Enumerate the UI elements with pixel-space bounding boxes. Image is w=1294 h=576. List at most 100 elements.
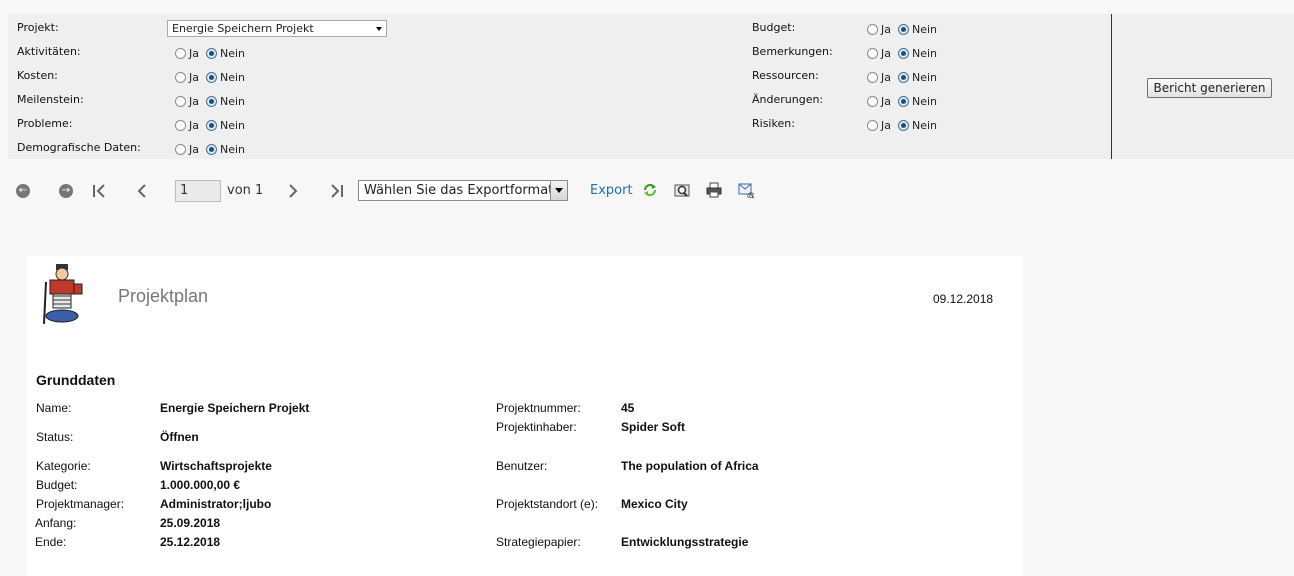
activities-yes-radio[interactable] <box>175 48 186 59</box>
costs-no-radio[interactable] <box>206 72 217 83</box>
remarks-options: Ja Nein <box>867 47 944 60</box>
radio-label-yes: Ja <box>189 95 199 108</box>
chevron-down-icon[interactable] <box>550 181 567 200</box>
costs-options: Ja Nein <box>175 71 252 84</box>
demographics-no-radio[interactable] <box>206 144 217 155</box>
field-value-start: 25.09.2018 <box>160 516 221 530</box>
milestone-no-radio[interactable] <box>206 96 217 107</box>
resources-no-radio[interactable] <box>898 72 909 83</box>
field-label-name: Name: <box>36 401 72 415</box>
activities-options: Ja Nein <box>175 47 252 60</box>
risks-label: Risiken: <box>752 117 795 130</box>
svg-text:@: @ <box>747 191 754 198</box>
field-value-budget: 1.000.000,00 € <box>160 478 241 492</box>
report-title: Projektplan <box>118 286 209 306</box>
print-icon[interactable] <box>706 182 722 198</box>
changes-no-radio[interactable] <box>898 96 909 107</box>
milestone-options: Ja Nein <box>175 95 252 108</box>
radio-label-yes: Ja <box>189 143 199 156</box>
problems-yes-radio[interactable] <box>175 120 186 131</box>
remarks-yes-radio[interactable] <box>867 48 878 59</box>
radio-label-no: Nein <box>220 143 246 156</box>
field-value-manager: Administrator;ljubo <box>160 497 272 511</box>
costs-yes-radio[interactable] <box>175 72 186 83</box>
panel-divider <box>1111 14 1112 159</box>
problems-options: Ja Nein <box>175 119 252 132</box>
export-link[interactable]: Export <box>590 182 633 200</box>
radio-label-yes: Ja <box>881 71 891 84</box>
field-value-users: The population of Africa <box>621 459 759 473</box>
field-label-owner: Projektinhaber: <box>496 420 577 434</box>
radio-label-no: Nein <box>912 71 938 84</box>
remarks-label: Bemerkungen: <box>752 45 833 58</box>
radio-label-yes: Ja <box>189 71 199 84</box>
field-value-project-number: 45 <box>621 401 635 415</box>
field-label-users: Benutzer: <box>496 459 548 473</box>
radio-label-no: Nein <box>220 95 246 108</box>
field-label-manager: Projektmanager: <box>36 497 125 511</box>
radio-label-no: Nein <box>912 95 938 108</box>
field-value-location: Mexico City <box>621 497 688 511</box>
budget-yes-radio[interactable] <box>867 24 878 35</box>
refresh-icon[interactable] <box>642 182 658 198</box>
section-title: Grunddaten <box>36 372 116 388</box>
radio-label-yes: Ja <box>881 119 891 132</box>
circle-arrow-right-icon[interactable]: → <box>57 170 75 212</box>
report-toolbar: ← → 1 von 1 Wählen Sie das Exportformat … <box>0 170 1294 212</box>
prev-page-icon[interactable] <box>132 170 152 212</box>
radio-label-no: Nein <box>220 47 246 60</box>
project-select-value: Energie Speichern Projekt <box>172 22 314 35</box>
radio-label-no: Nein <box>912 47 938 60</box>
chevron-down-icon[interactable] <box>376 27 382 31</box>
field-label-budget: Budget: <box>36 478 78 492</box>
field-value-category: Wirtschaftsprojekte <box>160 459 272 473</box>
field-value-strategy: Entwicklungsstrategie <box>621 535 749 549</box>
radio-label-yes: Ja <box>189 47 199 60</box>
export-format-value: Wählen Sie das Exportformat <box>364 183 554 198</box>
field-value-owner: Spider Soft <box>621 420 686 434</box>
field-label-project-number: Projektnummer: <box>496 401 581 415</box>
risks-no-radio[interactable] <box>898 120 909 131</box>
radio-label-yes: Ja <box>881 23 891 36</box>
find-icon[interactable] <box>674 182 690 198</box>
samurai-logo <box>43 264 83 325</box>
resources-yes-radio[interactable] <box>867 72 878 83</box>
parameter-panel: Projekt: Energie Speichern Projekt Aktiv… <box>8 14 1294 159</box>
project-select[interactable]: Energie Speichern Projekt <box>167 20 387 37</box>
last-page-icon[interactable] <box>326 170 348 212</box>
changes-options: Ja Nein <box>867 95 944 108</box>
radio-label-no: Nein <box>912 119 938 132</box>
field-label-status: Status: <box>36 430 74 444</box>
field-label-location: Projektstandort (e): <box>496 497 599 511</box>
radio-label-no: Nein <box>912 23 938 36</box>
field-label-start: Anfang: <box>35 516 77 530</box>
problems-no-radio[interactable] <box>206 120 217 131</box>
budget-label: Budget: <box>752 21 796 34</box>
next-page-icon[interactable] <box>283 170 303 212</box>
field-label-strategy: Strategiepapier: <box>496 535 581 549</box>
export-format-select[interactable]: Wählen Sie das Exportformat <box>358 180 568 201</box>
field-value-name: Energie Speichern Projekt <box>160 401 310 415</box>
radio-label-yes: Ja <box>881 47 891 60</box>
problems-label: Probleme: <box>17 117 73 130</box>
budget-options: Ja Nein <box>867 23 944 36</box>
field-label-category: Kategorie: <box>36 459 91 473</box>
changes-yes-radio[interactable] <box>867 96 878 107</box>
generate-report-button[interactable]: Bericht generieren <box>1147 78 1272 98</box>
page-count: von 1 <box>227 183 264 198</box>
risks-yes-radio[interactable] <box>867 120 878 131</box>
radio-label-yes: Ja <box>881 95 891 108</box>
milestone-yes-radio[interactable] <box>175 96 186 107</box>
remarks-no-radio[interactable] <box>898 48 909 59</box>
field-label-end: Ende: <box>35 535 67 549</box>
page-number-input[interactable]: 1 <box>175 180 221 202</box>
activities-no-radio[interactable] <box>206 48 217 59</box>
radio-label-no: Nein <box>220 71 246 84</box>
first-page-icon[interactable] <box>88 170 110 212</box>
demographics-yes-radio[interactable] <box>175 144 186 155</box>
risks-options: Ja Nein <box>867 119 944 132</box>
email-icon[interactable]: @ <box>738 182 754 198</box>
report-page: Projektplan 09.12.2018 Grunddaten Name: … <box>26 256 1023 576</box>
budget-no-radio[interactable] <box>898 24 909 35</box>
circle-arrow-left-icon[interactable]: ← <box>14 170 32 212</box>
